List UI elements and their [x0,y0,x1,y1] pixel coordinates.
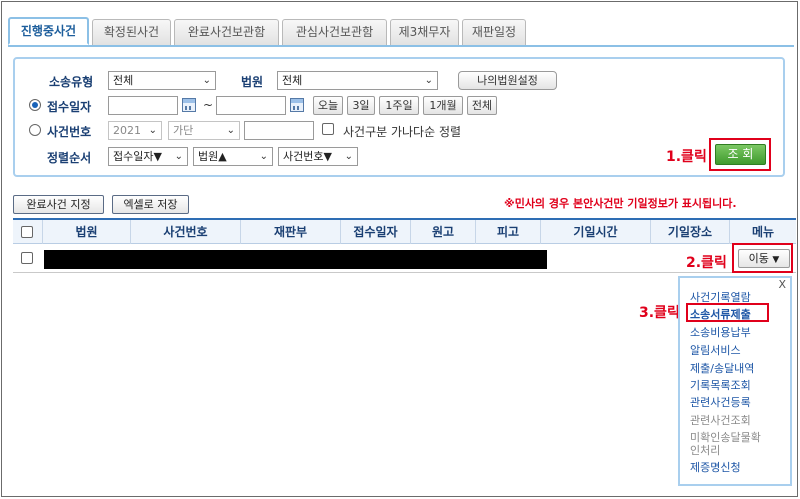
sort3-select[interactable]: 사건번호▼ ⌄ [278,147,358,166]
tab-interest-archive[interactable]: 관심사건보관함 [282,19,387,45]
court-label: 법원 [241,75,264,89]
header-court: 법원 [43,220,131,244]
case-type-label: 소송유형 [49,75,94,89]
sort3-value: 사건번호▼ [283,150,332,163]
move-menu-button[interactable]: 이동 ▼ [738,249,790,268]
menu-item-related-cases[interactable]: 관련사건조회 [690,414,751,427]
header-case-number: 사건번호 [131,220,241,244]
tab-third-debtor[interactable]: 제3채무자 [390,19,459,45]
chevron-down-icon: ⌄ [174,151,183,162]
case-number-radio[interactable] [29,124,41,136]
year-select[interactable]: 2021 ⌄ [108,121,162,140]
header-select-cell [13,220,43,244]
case-type-select[interactable]: 전체 ⌄ [108,71,216,90]
chevron-down-icon: ⌄ [259,151,268,162]
date-separator: ~ [203,98,214,112]
case-number-input[interactable] [244,121,314,140]
header-defendant: 피고 [476,220,541,244]
menu-item-submission-history[interactable]: 제출/송달내역 [690,362,754,375]
step1-annotation: 1.클릭 [666,149,707,165]
case-kind-select[interactable]: 가단 ⌄ [168,121,240,140]
court-value: 전체 [282,74,303,87]
chevron-down-icon: ⌄ [424,75,433,86]
header-menu: 메뉴 [751,225,775,239]
case-kind-value: 가단 [173,124,194,137]
menu-item-certificate[interactable]: 제증명신청 [690,461,741,474]
sort-order-label: 정렬순서 [47,151,92,165]
sort-alpha-label: 사건구분 가나다순 정렬 [343,125,462,139]
save-excel-button[interactable]: 엑셀로 저장 [112,195,189,214]
tab-confirmed[interactable]: 확정된사건 [92,19,171,45]
year-value: 2021 [113,124,141,137]
sort1-select[interactable]: 접수일자▼ ⌄ [108,147,188,166]
menu-item-unconfirmed-delivery[interactable]: 미확인송달물확인처리 [690,431,768,457]
table-header: 법원 사건번호 재판부 접수일자 원고 피고 기일시간 기일장소 메뉴 [13,218,796,244]
chevron-down-icon: ⌄ [202,75,211,86]
quick-1week-button[interactable]: 1주일 [379,96,419,115]
step3-annotation: 3.클릭 [639,305,680,321]
tab-completed-archive[interactable]: 완료사건보관함 [174,19,279,45]
step3-highlight [686,303,769,322]
chevron-down-icon: ⌄ [344,151,353,162]
receipt-date-radio[interactable] [29,99,41,111]
tab-underline [8,45,794,47]
chevron-down-icon: ⌄ [148,125,157,136]
quick-all-button[interactable]: 전체 [467,96,497,115]
court-select[interactable]: 전체 ⌄ [277,71,438,90]
header-tribunal: 재판부 [241,220,341,244]
sort-alpha-checkbox[interactable] [322,123,334,135]
mark-complete-button[interactable]: 완료사건 지정 [13,195,104,214]
sort2-select[interactable]: 법원▲ ⌄ [193,147,273,166]
close-icon[interactable]: X [778,278,786,291]
calendar-icon[interactable] [290,98,304,112]
header-hearing-time: 기일시간 [541,220,651,244]
menu-item-notification[interactable]: 알림서비스 [690,344,741,357]
chevron-down-icon: ⌄ [226,125,235,136]
case-number-label: 사건번호 [47,125,92,139]
start-date-input[interactable] [108,96,178,115]
sort1-value: 접수일자▼ [113,150,162,163]
quick-3days-button[interactable]: 3일 [347,96,375,115]
tab-in-progress[interactable]: 진행중사건 [8,17,89,45]
end-date-input[interactable] [216,96,286,115]
quick-1month-button[interactable]: 1개월 [423,96,463,115]
select-all-checkbox[interactable] [21,226,33,238]
menu-item-record-list[interactable]: 기록목록조회 [690,379,751,392]
tab-trial-schedule[interactable]: 재판일정 [462,19,526,45]
case-type-value: 전체 [113,74,134,87]
header-plaintiff: 원고 [411,220,476,244]
row-checkbox[interactable] [21,252,33,264]
header-hearing-place: 기일장소 [651,220,730,244]
caret-down-icon: ▼ [772,255,780,265]
move-label: 이동 [748,252,769,265]
receipt-date-label: 접수일자 [47,100,92,114]
quick-today-button[interactable]: 오늘 [313,96,343,115]
notice-text: ※민사의 경우 본안사건만 기일정보가 표시됩니다. [504,197,737,210]
sort2-value: 법원▲ [198,150,227,163]
menu-item-pay-costs[interactable]: 소송비용납부 [690,326,751,339]
search-button[interactable]: 조 회 [715,144,766,165]
menu-item-register-related[interactable]: 관련사건등록 [690,396,751,409]
calendar-icon[interactable] [182,98,196,112]
step2-annotation: 2.클릭 [686,255,727,271]
header-receipt-date: 접수일자 [341,220,411,244]
my-court-button[interactable]: 나의법원설정 [458,71,557,90]
redacted-row-content [44,250,547,269]
